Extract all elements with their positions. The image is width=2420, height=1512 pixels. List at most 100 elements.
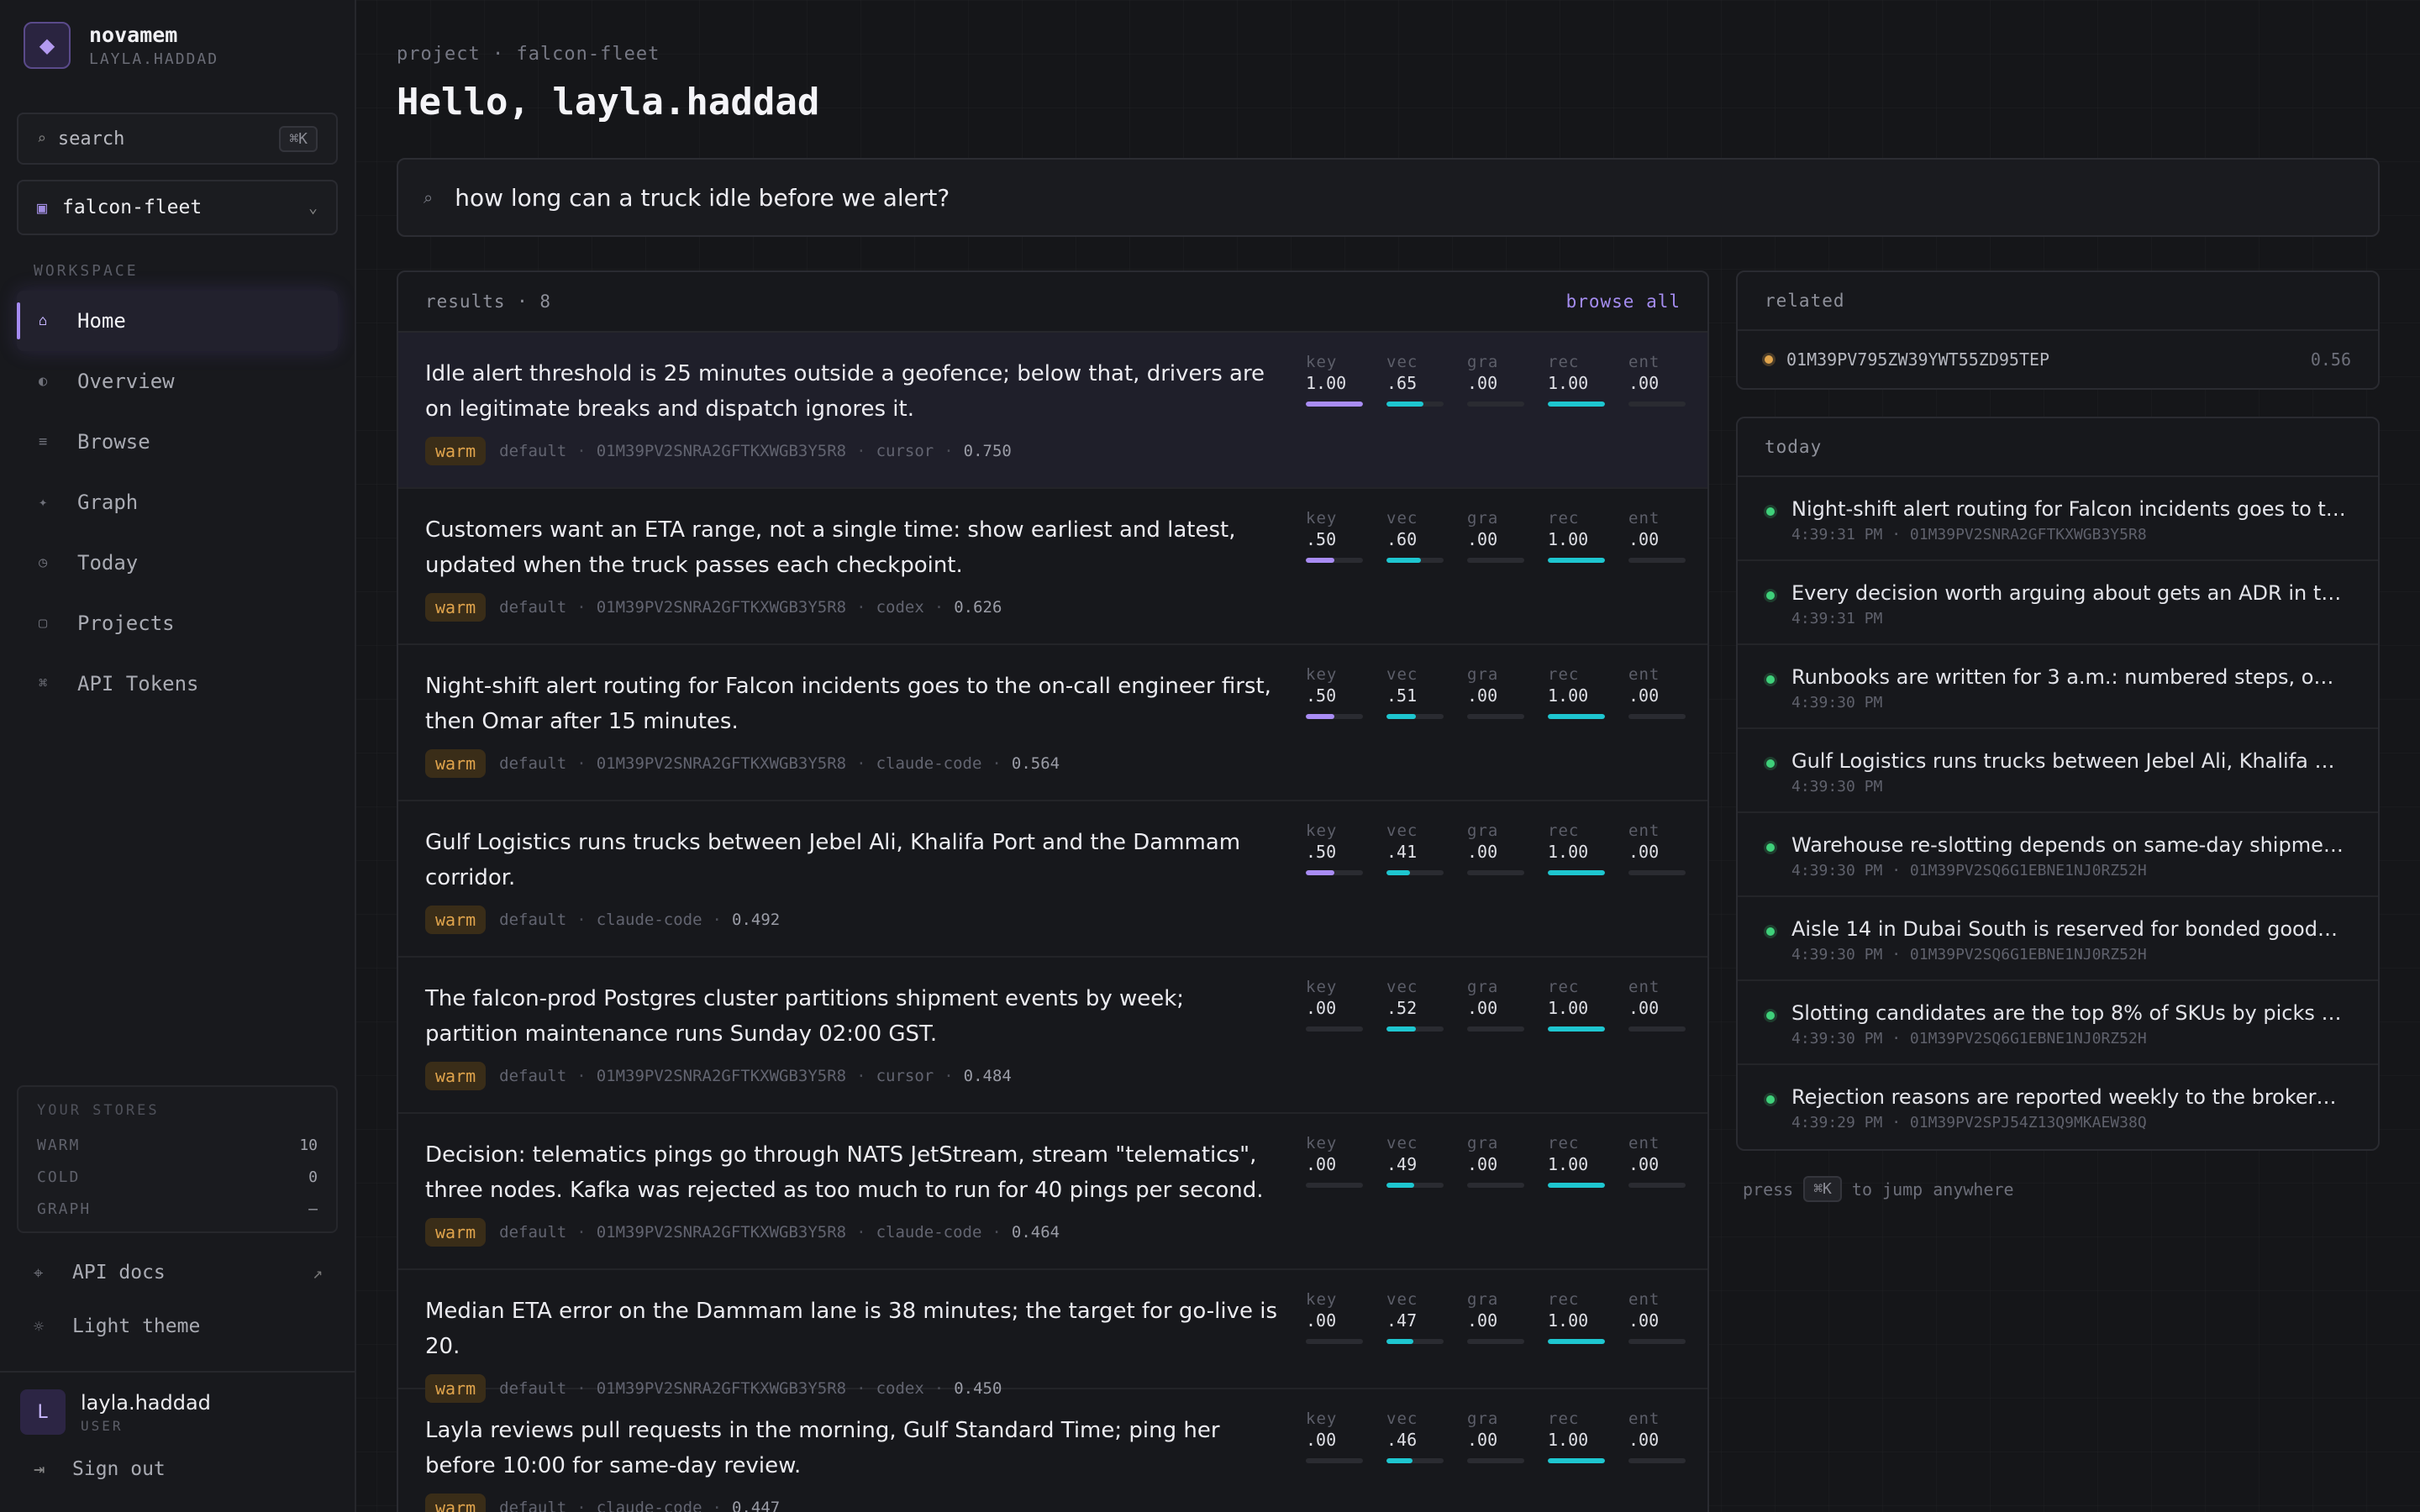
score-bar-fill — [1548, 870, 1605, 875]
meta-separator: · — [856, 1223, 866, 1242]
score-bar — [1628, 1458, 1686, 1463]
app-user-tag: LAYLA.HADDAD — [89, 50, 219, 68]
score-bar — [1467, 1183, 1524, 1188]
score-value: .51 — [1386, 685, 1418, 706]
theme-toggle[interactable]: ☼ Light theme — [34, 1315, 323, 1337]
today-item[interactable]: Night-shift alert routing for Falcon inc… — [1738, 477, 2378, 561]
status-dot-icon — [1766, 591, 1775, 600]
result-id: 01M39PV2SNRA2GFTKXWGB3Y5R8 — [596, 598, 847, 617]
today-time: 4:39:29 PM — [1791, 1114, 1883, 1131]
clock-icon: ◷ — [39, 554, 48, 571]
score-bar — [1467, 870, 1524, 875]
meta-separator: · — [1882, 1030, 1910, 1047]
score-key: ent — [1628, 665, 1660, 684]
score-key: key — [1306, 978, 1338, 996]
breadcrumb: project · falcon-fleet — [397, 44, 660, 65]
sidebar-item-api-tokens[interactable]: ⌘ API Tokens — [17, 654, 338, 714]
score-col-gra: gra .00 — [1467, 1290, 1548, 1344]
today-id: 01M39PV2SNRA2GFTKXWGB3Y5R8 — [1909, 526, 2147, 543]
result-item[interactable]: Night-shift alert routing for Falcon inc… — [398, 645, 1707, 801]
result-item[interactable]: Median ETA error on the Dammam lane is 3… — [398, 1270, 1707, 1403]
sign-out-button[interactable]: ⇥ Sign out — [34, 1458, 166, 1480]
project-name: falcon-fleet — [62, 197, 203, 218]
result-item[interactable]: The falcon-prod Postgres cluster partiti… — [398, 958, 1707, 1114]
status-dot-icon — [1766, 507, 1775, 516]
score-value: .47 — [1386, 1310, 1418, 1331]
sidebar-item-today[interactable]: ◷ Today — [17, 533, 338, 593]
api-docs-label: API docs — [72, 1262, 166, 1284]
meta-separator: · — [712, 1499, 722, 1512]
user-block: L layla.haddad USER ⇥ Sign out — [0, 1371, 356, 1512]
browse-all-link[interactable]: browse all — [1566, 291, 1681, 312]
meta-separator: · — [934, 598, 944, 617]
results-count: results · 8 — [425, 291, 552, 312]
today-item[interactable]: Rejection reasons are reported weekly to… — [1738, 1065, 2378, 1149]
score-bar — [1467, 402, 1524, 407]
sidebar-item-browse[interactable]: ≡ Browse — [17, 412, 338, 472]
score-value: 1.00 — [1548, 842, 1589, 862]
result-score: 0.447 — [732, 1499, 781, 1512]
today-item[interactable]: Runbooks are written for 3 a.m.: numbere… — [1738, 645, 2378, 729]
score-col-vec: vec .65 — [1386, 353, 1467, 407]
search-icon: ⌕ — [424, 187, 434, 207]
score-bar — [1628, 402, 1686, 407]
today-item[interactable]: Aisle 14 in Dubai South is reserved for … — [1738, 897, 2378, 981]
score-breakdown: key .50 vec .60 gra .00 rec 1.00 ent .00 — [1306, 509, 1707, 563]
related-item[interactable]: 01M39PV795ZW39YWT55ZD95TEP 0.56 — [1738, 331, 2378, 388]
sidebar-item-projects[interactable]: ▢ Projects — [17, 593, 338, 654]
sidebar-item-label: Today — [77, 551, 139, 575]
result-item[interactable]: Gulf Logistics runs trucks between Jebel… — [398, 801, 1707, 958]
status-dot-icon — [1766, 927, 1775, 936]
result-item[interactable]: Idle alert threshold is 25 minutes outsi… — [398, 333, 1707, 489]
query-input[interactable]: ⌕ how long can a truck idle before we al… — [397, 158, 2380, 237]
today-id: 01M39PV2SPJ54Z13Q9MKAEW38Q — [1909, 1114, 2147, 1131]
result-item[interactable]: Decision: telematics pings go through NA… — [398, 1114, 1707, 1270]
score-key: key — [1306, 822, 1338, 840]
today-item[interactable]: Slotting candidates are the top 8% of SK… — [1738, 981, 2378, 1065]
result-text: Customers want an ETA range, not a singl… — [425, 517, 1236, 578]
sidebar-item-label: Overview — [77, 370, 175, 393]
result-source: claude-code — [876, 1223, 982, 1242]
brand[interactable]: ◆ novamem LAYLA.HADDAD — [24, 22, 218, 69]
sidebar-item-graph[interactable]: ✦ Graph — [17, 472, 338, 533]
score-value: .50 — [1306, 685, 1337, 706]
avatar[interactable]: L — [20, 1389, 66, 1435]
search-icon: ⌕ — [37, 129, 46, 148]
sidebar-item-home[interactable]: ⌂ Home — [17, 291, 338, 351]
sidebar-search[interactable]: ⌕ search ⌘K — [17, 113, 338, 165]
score-bar-fill — [1306, 870, 1334, 875]
score-value: .00 — [1628, 1310, 1660, 1331]
score-bar — [1306, 402, 1363, 407]
results-list: Idle alert threshold is 25 minutes outsi… — [398, 333, 1707, 1512]
result-item[interactable]: Layla reviews pull requests in the morni… — [398, 1389, 1707, 1512]
score-value: .50 — [1306, 529, 1337, 549]
jump-shortcut[interactable]: ⌘K — [1803, 1176, 1842, 1202]
score-value: 1.00 — [1548, 998, 1589, 1018]
warm-badge: warm — [425, 593, 487, 622]
result-scope: default — [499, 754, 567, 773]
result-item[interactable]: Customers want an ETA range, not a singl… — [398, 489, 1707, 645]
today-item[interactable]: Every decision worth arguing about gets … — [1738, 561, 2378, 645]
today-item[interactable]: Gulf Logistics runs trucks between Jebel… — [1738, 729, 2378, 813]
score-col-rec: rec 1.00 — [1548, 1410, 1628, 1463]
score-breakdown: key .00 vec .52 gra .00 rec 1.00 ent .00 — [1306, 978, 1707, 1032]
score-bar — [1467, 558, 1524, 563]
score-col-vec: vec .49 — [1386, 1134, 1467, 1188]
score-bar — [1628, 714, 1686, 719]
project-selector[interactable]: ▣ falcon-fleet ⌄ — [17, 180, 338, 235]
today-item[interactable]: Warehouse re-slotting depends on same-da… — [1738, 813, 2378, 897]
score-bar — [1628, 1026, 1686, 1032]
score-col-key: key .00 — [1306, 1410, 1386, 1463]
score-bar — [1467, 714, 1524, 719]
score-breakdown: key .00 vec .46 gra .00 rec 1.00 ent .00 — [1306, 1410, 1707, 1463]
today-title: today — [1738, 418, 2378, 477]
score-value: .00 — [1467, 1310, 1498, 1331]
api-docs-link[interactable]: ⌖ API docs ↗ — [34, 1262, 323, 1284]
score-value: 1.00 — [1548, 529, 1589, 549]
today-text: Aisle 14 in Dubai South is reserved for … — [1791, 917, 2346, 941]
result-meta: warm default · 01M39PV2SNRA2GFTKXWGB3Y5R8 · c… — [425, 593, 1681, 622]
score-value: .49 — [1386, 1154, 1418, 1174]
score-key: rec — [1548, 978, 1580, 996]
sidebar-item-overview[interactable]: ◐ Overview — [17, 351, 338, 412]
score-value: .00 — [1628, 1430, 1660, 1450]
